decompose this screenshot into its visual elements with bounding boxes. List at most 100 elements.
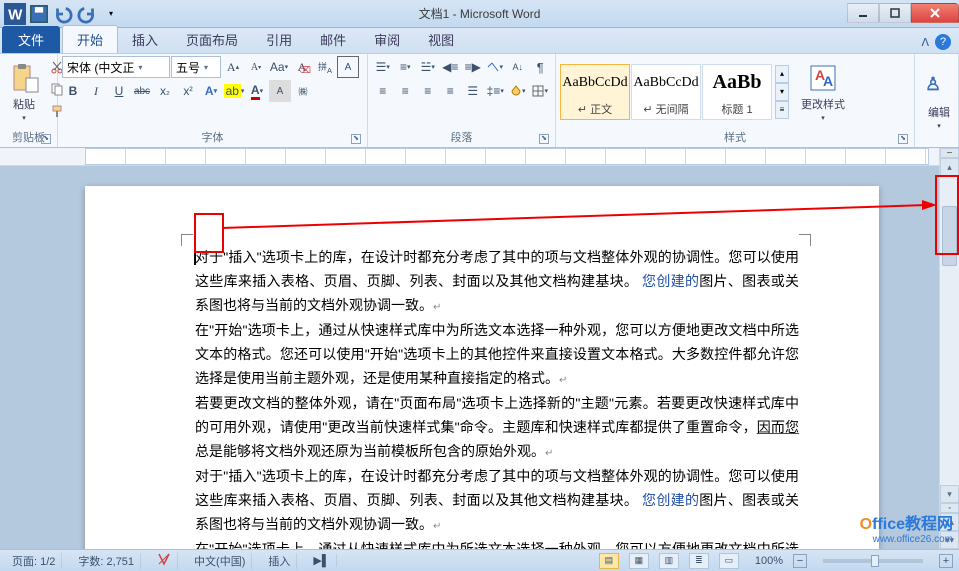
- scroll-thumb[interactable]: [942, 206, 957, 266]
- language-status[interactable]: 中文(中国): [188, 553, 252, 569]
- save-icon[interactable]: [28, 3, 50, 25]
- justify-button[interactable]: ≡: [440, 80, 462, 102]
- change-case-button[interactable]: Aa▾: [268, 56, 290, 78]
- tab-references[interactable]: 引用: [252, 26, 306, 53]
- shrink-font-button[interactable]: A▾: [245, 56, 267, 78]
- scroll-down-button[interactable]: ▾: [940, 485, 959, 503]
- minimize-ribbon-icon[interactable]: ᐱ: [921, 36, 929, 49]
- draft-view-button[interactable]: ▭: [719, 553, 739, 569]
- strike-button[interactable]: abc: [131, 80, 153, 102]
- help-icon[interactable]: ?: [935, 34, 951, 50]
- tab-home[interactable]: 开始: [62, 25, 118, 53]
- shading-button[interactable]: ▾: [507, 80, 529, 102]
- group-styles: AaBbCcDd↵ 正文 AaBbCcDd↵ 无间隔 AaBb标题 1 ▴ ▾ …: [556, 54, 915, 147]
- outline-view-button[interactable]: ≣: [689, 553, 709, 569]
- paragraph[interactable]: 若要更改文档的整体外观，请在"页面布局"选项卡上选择新的"主题"元素。若要更改快…: [195, 392, 799, 465]
- zoom-slider[interactable]: [823, 559, 923, 563]
- font-size-combo[interactable]: 五号▾: [171, 56, 221, 78]
- text-cursor: [194, 247, 196, 265]
- phonetic-button[interactable]: 拼A: [314, 56, 336, 78]
- close-button[interactable]: [911, 3, 959, 23]
- enclose-char-button[interactable]: ㈱: [292, 80, 314, 102]
- change-styles-button[interactable]: AA 更改样式▾: [795, 56, 851, 127]
- decrease-indent-button[interactable]: ◀≡: [440, 56, 462, 78]
- tab-mailings[interactable]: 邮件: [306, 26, 360, 53]
- align-center-button[interactable]: ≡: [395, 80, 417, 102]
- distributed-button[interactable]: ☰: [462, 80, 484, 102]
- superscript-button[interactable]: x²: [177, 80, 199, 102]
- font-color-button[interactable]: A▾: [246, 80, 268, 102]
- title-bar: W ▾ 文档1 - Microsoft Word: [0, 0, 959, 28]
- underline-button[interactable]: U: [108, 80, 130, 102]
- char-border-button[interactable]: A: [337, 56, 359, 78]
- page[interactable]: 对于"插入"选项卡上的库，在设计时都充分考虑了其中的项与文档整体外观的协调性。您…: [85, 186, 879, 549]
- editing-button[interactable]: ♙ 编辑▾: [919, 56, 959, 143]
- scroll-up-button[interactable]: ▴: [940, 158, 959, 176]
- zoom-level[interactable]: 100%: [755, 555, 783, 567]
- minimize-button[interactable]: [847, 3, 879, 23]
- macro-icon[interactable]: ▶▌: [307, 554, 336, 567]
- paragraph[interactable]: 对于"插入"选项卡上的库，在设计时都充分考虑了其中的项与文档整体外观的协调性。您…: [195, 246, 799, 319]
- align-right-button[interactable]: ≡: [417, 80, 439, 102]
- paragraph[interactable]: 对于"插入"选项卡上的库，在设计时都充分考虑了其中的项与文档整体外观的协调性。您…: [195, 465, 799, 538]
- style-nospacing[interactable]: AaBbCcDd↵ 无间隔: [631, 64, 701, 120]
- paste-button[interactable]: 粘贴 ▾: [4, 56, 44, 127]
- align-left-button[interactable]: ≡: [372, 80, 394, 102]
- ribbon-tabs: 文件 开始 插入 页面布局 引用 邮件 审阅 视图 ᐱ ?: [0, 28, 959, 54]
- increase-indent-button[interactable]: ≡▶: [462, 56, 484, 78]
- maximize-button[interactable]: [879, 3, 911, 23]
- proofing-icon[interactable]: [151, 552, 178, 569]
- qat-more-icon[interactable]: ▾: [100, 3, 122, 25]
- zoom-knob[interactable]: [871, 555, 879, 567]
- tab-insert[interactable]: 插入: [118, 26, 172, 53]
- insert-mode[interactable]: 插入: [262, 553, 297, 569]
- font-name-combo[interactable]: 宋体 (中文正▾: [62, 56, 170, 78]
- char-shading-button[interactable]: A: [269, 80, 291, 102]
- tab-layout[interactable]: 页面布局: [172, 26, 252, 53]
- zoom-in-button[interactable]: +: [939, 554, 953, 568]
- grow-font-button[interactable]: A▴: [222, 56, 244, 78]
- undo-icon[interactable]: [52, 3, 74, 25]
- numbering-button[interactable]: ≡▾: [395, 56, 417, 78]
- web-view-button[interactable]: ▥: [659, 553, 679, 569]
- scroll-track[interactable]: [940, 176, 959, 485]
- style-normal[interactable]: AaBbCcDd↵ 正文: [560, 64, 630, 120]
- show-marks-button[interactable]: ¶: [530, 56, 552, 78]
- font-launcher[interactable]: ⬊: [351, 134, 361, 144]
- sort-button[interactable]: A↓: [507, 56, 529, 78]
- word-count[interactable]: 字数: 2,751: [72, 553, 141, 569]
- bullets-button[interactable]: ☰▾: [372, 56, 394, 78]
- styles-more-button[interactable]: ≡: [775, 101, 789, 119]
- split-handle[interactable]: ─: [940, 148, 959, 158]
- word-icon[interactable]: W: [4, 3, 26, 25]
- bold-button[interactable]: B: [62, 80, 84, 102]
- paragraph[interactable]: 在"开始"选项卡上，通过从快速样式库中为所选文本选择一种外观，您可以方便地更改文…: [195, 319, 799, 392]
- styles-launcher[interactable]: ⬊: [898, 134, 908, 144]
- redo-icon[interactable]: [76, 3, 98, 25]
- styles-up-button[interactable]: ▴: [775, 65, 789, 83]
- style-heading1[interactable]: AaBb标题 1: [702, 64, 772, 120]
- tab-view[interactable]: 视图: [414, 26, 468, 53]
- tab-review[interactable]: 审阅: [360, 26, 414, 53]
- print-layout-view-button[interactable]: ▤: [599, 553, 619, 569]
- line-spacing-button[interactable]: ‡≡▾: [485, 80, 507, 102]
- zoom-out-button[interactable]: −: [793, 554, 807, 568]
- highlight-button[interactable]: ab▾: [223, 80, 245, 102]
- horizontal-ruler[interactable]: [0, 148, 959, 166]
- asian-layout-button[interactable]: ▾: [485, 56, 507, 78]
- paragraph-launcher[interactable]: ⬊: [539, 134, 549, 144]
- fullscreen-view-button[interactable]: ▦: [629, 553, 649, 569]
- italic-button[interactable]: I: [85, 80, 107, 102]
- subscript-button[interactable]: x₂: [154, 80, 176, 102]
- group-editing: ♙ 编辑▾: [915, 54, 959, 147]
- text-effects-button[interactable]: A▾: [200, 80, 222, 102]
- borders-button[interactable]: ▾: [530, 80, 552, 102]
- clipboard-launcher[interactable]: ⬊: [41, 134, 51, 144]
- vertical-scrollbar[interactable]: ─ ▴ ▾ ◦ ▴▴ ▾▾: [939, 148, 959, 549]
- page-status[interactable]: 页面: 1/2: [6, 553, 62, 569]
- clear-format-button[interactable]: A⌫: [291, 56, 313, 78]
- styles-down-button[interactable]: ▾: [775, 83, 789, 101]
- paragraph[interactable]: 在"开始"选项卡上，通过从快速样式库中为所选文本选择一种外观，您可以方便地更改文…: [195, 538, 799, 549]
- file-tab[interactable]: 文件: [2, 26, 60, 53]
- multilevel-button[interactable]: ☱▾: [417, 56, 439, 78]
